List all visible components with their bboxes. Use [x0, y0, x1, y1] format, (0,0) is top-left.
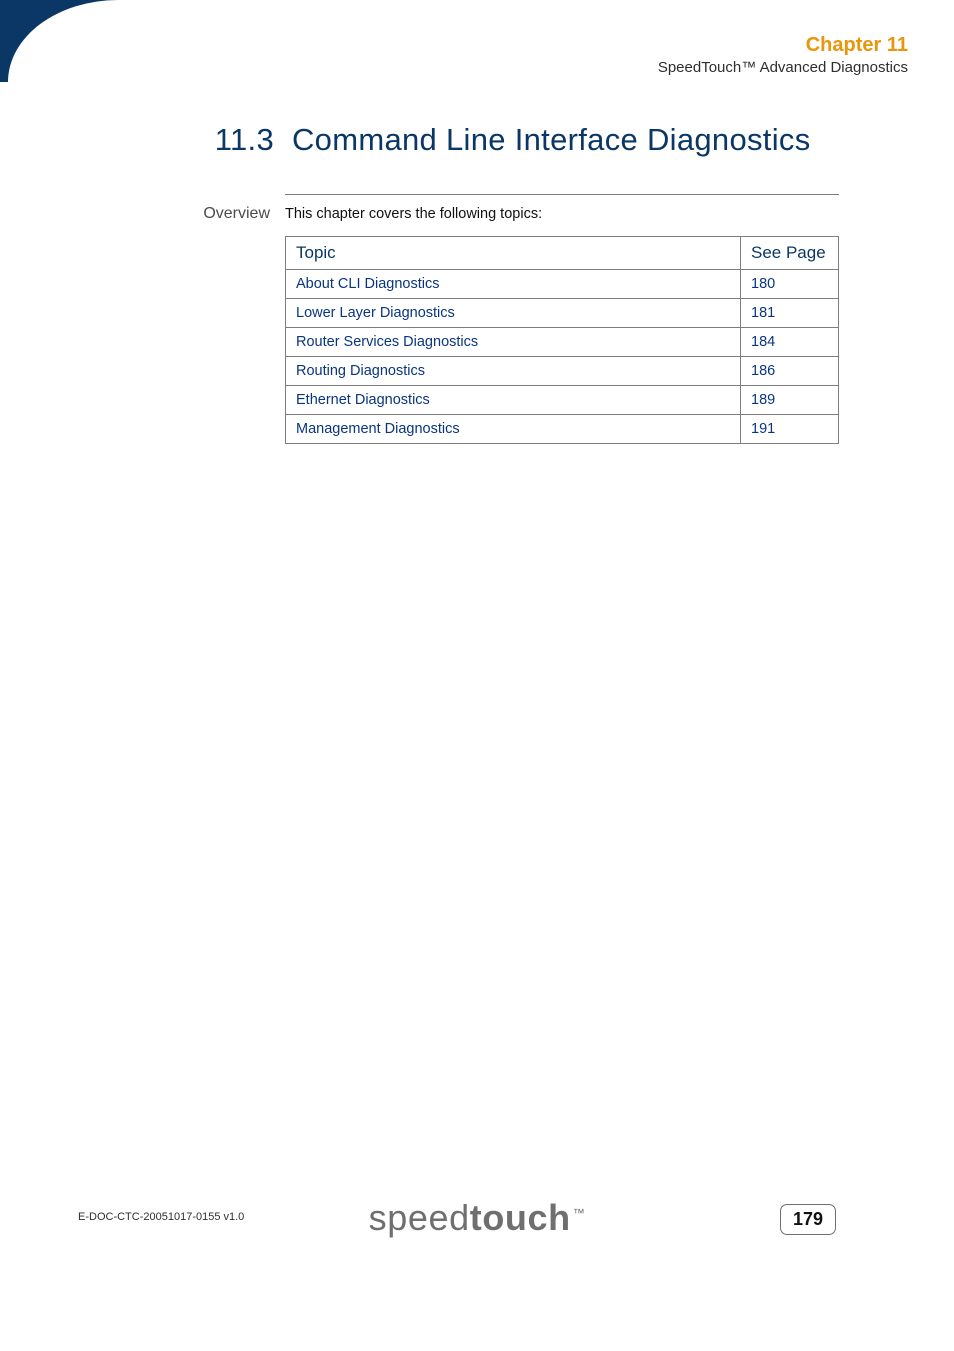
chapter-subtitle: SpeedTouch™ Advanced Diagnostics	[658, 59, 908, 76]
page-link[interactable]: 186	[751, 363, 775, 379]
thomson-icon	[67, 18, 91, 40]
topic-link[interactable]: Router Services Diagnostics	[296, 334, 478, 350]
section-number: 11.3	[204, 122, 274, 158]
page-body	[8, 0, 954, 1351]
col-topic-header: Topic	[286, 237, 741, 270]
topic-link[interactable]: Lower Layer Diagnostics	[296, 305, 455, 321]
page-link[interactable]: 189	[751, 392, 775, 408]
section-title: Command Line Interface Diagnostics	[292, 122, 811, 157]
col-page-header: See Page	[741, 237, 839, 270]
topic-link[interactable]: Ethernet Diagnostics	[296, 392, 430, 408]
thomson-logo: THOMSON	[34, 18, 124, 62]
page-link[interactable]: 181	[751, 305, 775, 321]
chapter-header: Chapter 11 SpeedTouch™ Advanced Diagnost…	[658, 34, 908, 76]
table-row: Lower Layer Diagnostics 181	[286, 299, 839, 328]
topics-table: Topic See Page About CLI Diagnostics 180…	[285, 236, 839, 444]
page-link[interactable]: 191	[751, 421, 775, 437]
topic-link[interactable]: About CLI Diagnostics	[296, 276, 439, 292]
logo-tm: ™	[573, 1206, 586, 1220]
table-header-row: Topic See Page	[286, 237, 839, 270]
topic-link[interactable]: Management Diagnostics	[296, 421, 460, 437]
table-row: Routing Diagnostics 186	[286, 357, 839, 386]
logo-thin: speed	[369, 1197, 470, 1238]
footer: E-DOC-CTC-20051017-0155 v1.0 speedtouch™…	[0, 1231, 954, 1351]
topic-link[interactable]: Routing Diagnostics	[296, 363, 425, 379]
divider	[285, 194, 839, 195]
section-heading: 11.3 Command Line Interface Diagnostics	[204, 122, 811, 158]
logo-bold: touch	[470, 1197, 571, 1238]
chapter-label: Chapter 11	[658, 34, 908, 57]
thomson-logo-text: THOMSON	[34, 42, 124, 61]
page-link[interactable]: 184	[751, 334, 775, 350]
table-row: About CLI Diagnostics 180	[286, 270, 839, 299]
page-link[interactable]: 180	[751, 276, 775, 292]
overview-label: Overview	[80, 205, 270, 223]
table-row: Ethernet Diagnostics 189	[286, 386, 839, 415]
table-row: Router Services Diagnostics 184	[286, 328, 839, 357]
overview-intro: This chapter covers the following topics…	[285, 206, 542, 222]
page-number: 179	[780, 1204, 836, 1235]
table-row: Management Diagnostics 191	[286, 415, 839, 444]
